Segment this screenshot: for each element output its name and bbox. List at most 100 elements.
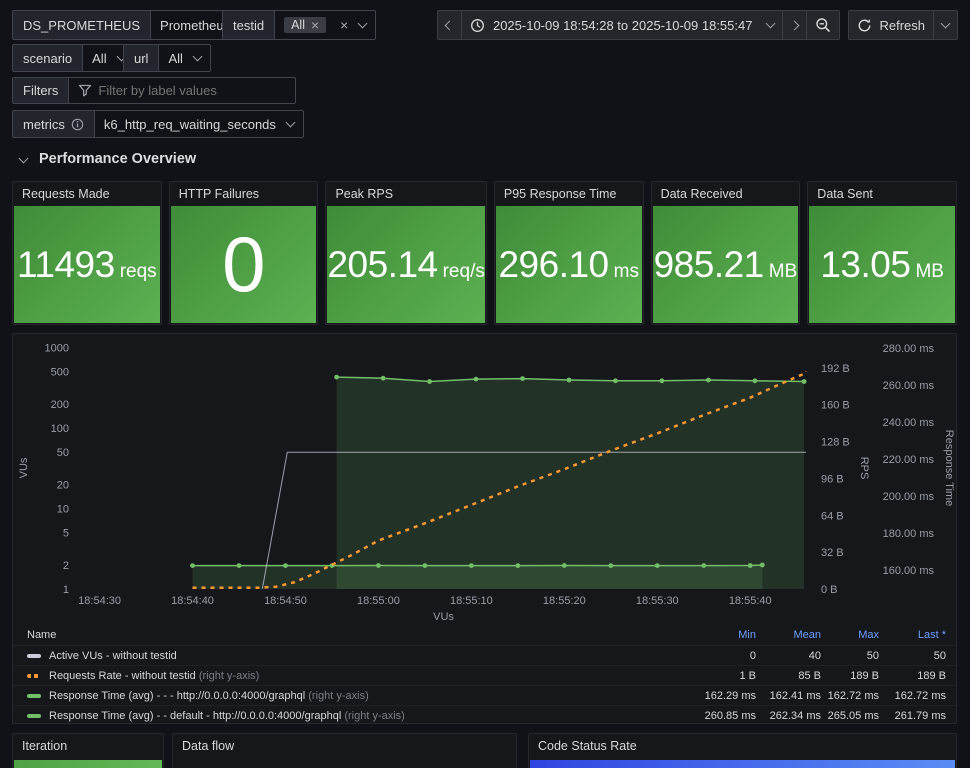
filter-by-label-input[interactable] [96,82,286,99]
legend-last-value: 162.72 ms [879,690,946,702]
svg-text:1: 1 [63,584,69,596]
label-filters[interactable]: Filters [12,77,296,104]
clock-icon [470,18,485,33]
time-shift-back-button[interactable] [437,10,462,40]
refresh-button[interactable]: Refresh [848,10,934,40]
metrics-picker[interactable]: metrics k6_http_req_waiting_seconds [12,110,304,138]
datasource-label: DS_PROMETHEUS [13,11,151,39]
legend-last-value: 261.79 ms [879,710,946,722]
svg-text:260.00 ms: 260.00 ms [883,380,935,392]
time-controls: 2025-10-09 18:54:28 to 2025-10-09 18:55:… [437,10,958,40]
clear-all-icon[interactable]: × [340,18,348,32]
legend-series-name[interactable]: Requests Rate - without testid (right y-… [49,670,684,682]
chart-legend: Name Min Mean Max Last * Active VUs - wi… [13,625,956,725]
legend-mean-value: 162.41 ms [756,690,821,702]
legend-series-name[interactable]: Active VUs - without testid [49,650,684,662]
svg-text:200.00 ms: 200.00 ms [883,491,935,503]
url-filter[interactable]: url All [123,44,211,72]
svg-text:32 B: 32 B [821,547,844,559]
stat-panel-value-area: 985.21 MB [653,206,799,323]
stat-value: 205.14 [327,244,437,286]
svg-text:240.00 ms: 240.00 ms [883,417,935,429]
collapse-chevron-icon [19,153,29,163]
stat-panel: HTTP Failures 0 [169,181,319,325]
stat-value: 0 [222,219,265,310]
metrics-value[interactable]: k6_http_req_waiting_seconds [95,111,303,137]
svg-text:10: 10 [57,504,69,516]
svg-text:160.00 ms: 160.00 ms [883,565,935,577]
legend-max-value: 50 [821,650,879,662]
legend-min-value: 1 B [684,670,756,682]
stats-row: Requests Made 11493 reqs HTTP Failures 0… [12,181,957,325]
section-performance-overview[interactable]: Performance Overview [20,151,196,167]
time-shift-forward-button[interactable] [782,10,807,40]
bottom-panel: Code Status Rate [528,733,957,768]
svg-text:18:55:00: 18:55:00 [357,595,400,607]
legend-row: Response Time (avg) - - - http://0.0.0.0… [13,685,956,705]
legend-row: Active VUs - without testid 0 40 50 50 [13,645,956,665]
stat-unit: ms [614,261,639,283]
refresh-interval-dropdown[interactable] [933,10,958,40]
legend-min-value: 260.85 ms [684,710,756,722]
legend-mean-value: 262.34 ms [756,710,821,722]
svg-text:18:55:10: 18:55:10 [450,595,493,607]
legend-series-name[interactable]: Name [27,629,684,641]
legend-mean-value: Mean [756,629,821,641]
svg-text:1000: 1000 [45,343,69,355]
scenario-filter[interactable]: scenario All [12,44,135,72]
datasource-selected: Prometheus [160,18,230,33]
stat-panel-title[interactable]: P95 Response Time [495,182,643,206]
svg-text:Response Time: Response Time [943,430,955,506]
time-range-text: 2025-10-09 18:54:28 to 2025-10-09 18:55:… [493,18,753,33]
bottom-panel-title[interactable]: Iteration [13,734,163,758]
svg-text:128 B: 128 B [821,437,850,449]
svg-text:18:54:30: 18:54:30 [78,595,121,607]
testid-chip-label: All [291,18,305,32]
legend-mean-value: 40 [756,650,821,662]
timeseries-chart[interactable]: 1000500200100502010521192 B160 B128 B96 … [13,334,956,625]
section-title: Performance Overview [39,151,196,167]
legend-series-swatch [27,714,41,718]
testid-filter[interactable]: testid All × × [222,10,376,40]
stat-unit: MB [915,261,944,283]
svg-text:0 B: 0 B [821,584,838,596]
zoom-out-icon [815,17,831,33]
legend-series-name[interactable]: Response Time (avg) - - default - http:/… [49,710,684,722]
stat-panel-title[interactable]: HTTP Failures [170,182,318,206]
bottom-panel-title[interactable]: Data flow [173,734,516,758]
url-value[interactable]: All [159,45,209,71]
stat-panel: Data Sent 13.05 MB [807,181,957,325]
legend-series-swatch [27,674,41,678]
bottom-panel: Data flow [172,733,517,768]
legend-last-value: 50 [879,650,946,662]
svg-text:VUs: VUs [18,457,30,478]
zoom-out-button[interactable] [806,10,840,40]
chip-remove-icon[interactable]: × [311,18,319,32]
legend-series-swatch [27,654,41,658]
time-range-picker[interactable]: 2025-10-09 18:54:28 to 2025-10-09 18:55:… [461,10,784,40]
url-selected: All [168,51,182,66]
chevron-left-icon [445,20,455,30]
svg-text:500: 500 [51,367,69,379]
url-label: url [124,45,159,71]
stat-panel-title[interactable]: Peak RPS [326,182,485,206]
stat-panel-title[interactable]: Data Received [652,182,800,206]
testid-chip[interactable]: All × [284,17,326,33]
svg-text:VUs: VUs [433,611,454,623]
stat-panel: Requests Made 11493 reqs [12,181,162,325]
svg-text:280.00 ms: 280.00 ms [883,343,935,355]
stat-value: 11493 [17,244,115,286]
stat-panel-title[interactable]: Requests Made [13,182,161,206]
stat-panel-value-area: 13.05 MB [809,206,955,323]
legend-row: Name Min Mean Max Last * [13,625,956,645]
legend-series-name[interactable]: Response Time (avg) - - - http://0.0.0.0… [49,690,684,702]
stat-value: 296.10 [498,244,608,286]
legend-max-value: 189 B [821,670,879,682]
testid-value[interactable]: All × × [275,11,375,39]
svg-text:RPS: RPS [858,457,870,480]
legend-max-value: 265.05 ms [821,710,879,722]
stat-panel-title[interactable]: Data Sent [808,182,956,206]
bottom-panel-title[interactable]: Code Status Rate [529,734,956,758]
legend-last-value: Last * [879,629,946,641]
stat-panel: Data Received 985.21 MB [651,181,801,325]
